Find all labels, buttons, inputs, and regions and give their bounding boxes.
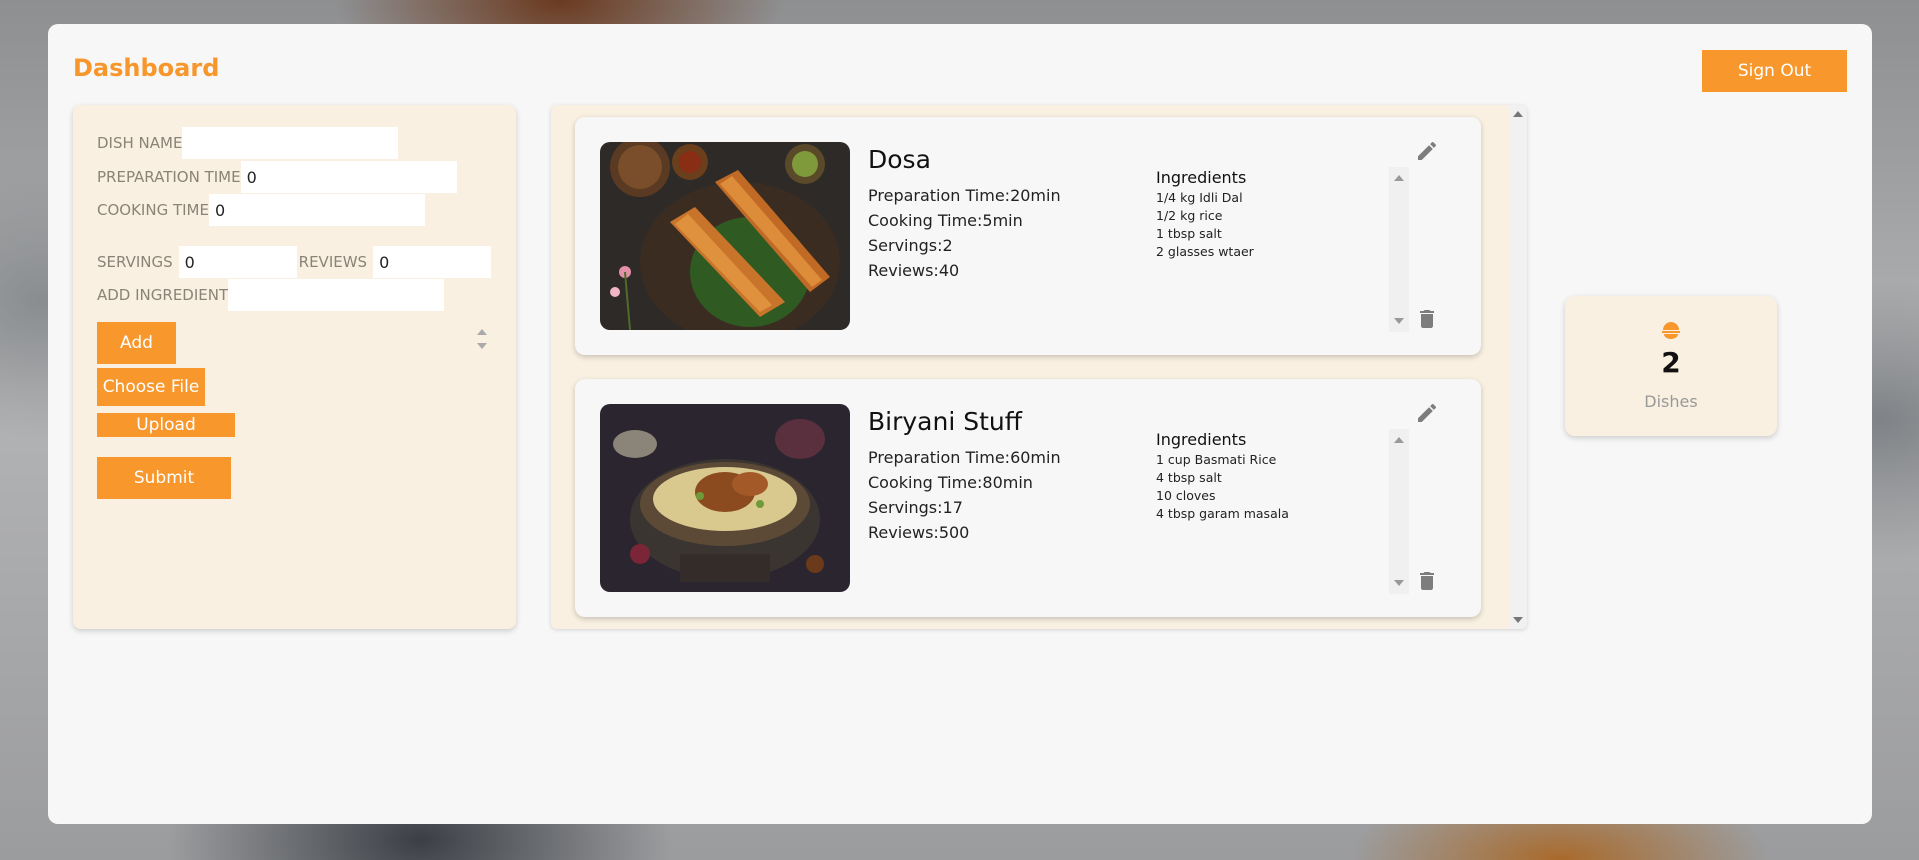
servings: Servings:17 <box>868 498 963 517</box>
list-item: 4 tbsp salt <box>1156 470 1222 485</box>
dish-name: Dosa <box>868 145 931 174</box>
preparation-time: Preparation Time:20min <box>868 186 1061 205</box>
scroll-down-icon[interactable] <box>477 343 487 349</box>
ingredient-scrollbar[interactable] <box>1389 167 1409 332</box>
add-ingredient-button[interactable]: Add <box>97 322 176 364</box>
scroll-up-icon[interactable] <box>1394 175 1404 181</box>
cooking-time: Cooking Time:5min <box>868 211 1023 230</box>
reviews-label: REVIEWS <box>298 253 368 271</box>
pencil-icon[interactable] <box>1415 401 1439 425</box>
dish-list-scrollbar[interactable] <box>1509 105 1527 629</box>
choose-file-button[interactable]: Choose File <box>97 368 205 406</box>
dish-photo <box>600 142 850 330</box>
scroll-down-icon[interactable] <box>1513 617 1523 623</box>
scroll-up-icon[interactable] <box>1394 437 1404 443</box>
dish-facts: Preparation Time:60min Cooking Time:80mi… <box>868 445 1061 545</box>
ingredient-list: 1/4 kg Idli Dal 1/2 kg rice 1 tbsp salt … <box>1156 189 1254 261</box>
trash-icon[interactable] <box>1415 569 1439 593</box>
scroll-up-icon[interactable] <box>1513 111 1523 117</box>
add-dish-form: DISH NAME PREPARATION TIME 0 COOKING TIM… <box>73 105 516 629</box>
scroll-up-icon[interactable] <box>477 329 487 335</box>
trash-icon[interactable] <box>1415 307 1439 331</box>
cooking-time-input[interactable]: 0 <box>208 194 425 226</box>
ingredients-heading: Ingredients <box>1156 430 1247 449</box>
ingredient-list-scrollbar[interactable] <box>474 323 490 363</box>
ingredients-heading: Ingredients <box>1156 168 1247 187</box>
list-item: 10 cloves <box>1156 488 1216 503</box>
list-item: 1 tbsp salt <box>1156 226 1222 241</box>
preparation-time-input[interactable]: 0 <box>240 161 457 193</box>
cooking-time: Cooking Time:80min <box>868 473 1033 492</box>
dish-count-label: Dishes <box>1644 392 1698 411</box>
dish-card: Dosa Preparation Time:20min Cooking Time… <box>575 117 1481 355</box>
scroll-down-icon[interactable] <box>1394 318 1404 324</box>
servings-label: SERVINGS <box>97 253 173 271</box>
servings: Servings:2 <box>868 236 953 255</box>
dashboard-panel: Dashboard Sign Out DISH NAME PREPARATION… <box>48 24 1872 824</box>
submit-button[interactable]: Submit <box>97 457 231 499</box>
dish-photo <box>600 404 850 592</box>
pencil-icon[interactable] <box>1415 139 1439 163</box>
list-item: 4 tbsp garam masala <box>1156 506 1289 521</box>
list-item: 2 glasses wtaer <box>1156 244 1254 259</box>
upload-button[interactable]: Upload <box>97 413 235 437</box>
preparation-time-label: PREPARATION TIME <box>97 168 241 186</box>
list-item: 1 cup Basmati Rice <box>1156 452 1277 467</box>
add-ingredient-label: ADD INGREDIENT <box>97 286 229 304</box>
list-item: 1/2 kg rice <box>1156 208 1223 223</box>
dish-name: Biryani Stuff <box>868 407 1022 436</box>
ingredient-scrollbar[interactable] <box>1389 429 1409 594</box>
reviews-input[interactable]: 0 <box>373 246 492 278</box>
dish-name-label: DISH NAME <box>97 134 183 152</box>
add-ingredient-input[interactable] <box>228 279 445 311</box>
dish-list: Dosa Preparation Time:20min Cooking Time… <box>551 105 1527 629</box>
sign-out-button[interactable]: Sign Out <box>1702 50 1847 92</box>
list-item: 1/4 kg Idli Dal <box>1156 190 1243 205</box>
dish-card: Biryani Stuff Preparation Time:60min Coo… <box>575 379 1481 617</box>
dish-count: 2 <box>1661 346 1681 379</box>
servings-input[interactable]: 0 <box>178 246 297 278</box>
dish-name-input[interactable] <box>182 127 399 159</box>
ingredient-list: 1 cup Basmati Rice 4 tbsp salt 10 cloves… <box>1156 451 1289 523</box>
food-bowl-icon <box>1661 322 1681 344</box>
preparation-time: Preparation Time:60min <box>868 448 1061 467</box>
dish-count-card: 2 Dishes <box>1565 296 1777 436</box>
cooking-time-label: COOKING TIME <box>97 201 209 219</box>
reviews: Reviews:40 <box>868 261 960 280</box>
page-title: Dashboard <box>73 54 220 82</box>
reviews: Reviews:500 <box>868 523 970 542</box>
dish-facts: Preparation Time:20min Cooking Time:5min… <box>868 183 1061 283</box>
scroll-down-icon[interactable] <box>1394 580 1404 586</box>
